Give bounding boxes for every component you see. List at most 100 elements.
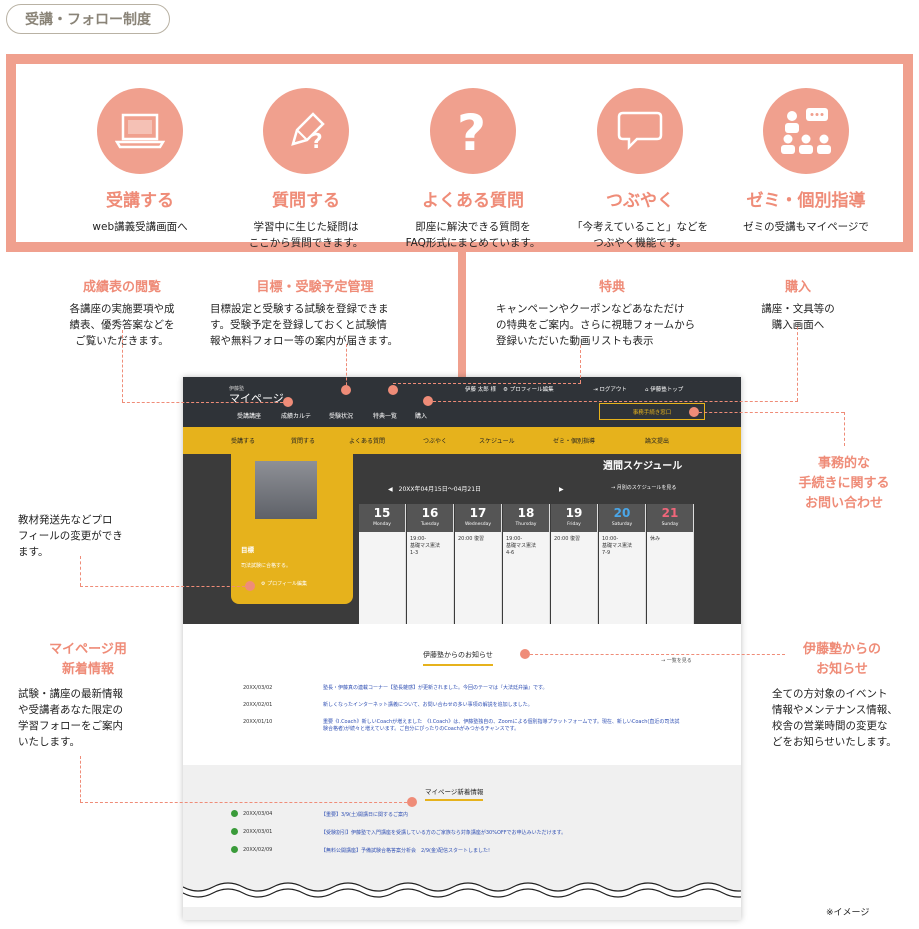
seminar-icon [763, 88, 849, 174]
schedule-range: ◀ 20XX年04月15日～04月21日 ▶ [388, 486, 564, 493]
schedule-day-number: 18 [517, 506, 535, 520]
schedule-day-header: 20 Saturday [599, 504, 645, 532]
schedule-day-number: 15 [373, 506, 391, 520]
schedule-event-line: 19:00- [410, 536, 427, 542]
leader-news [525, 654, 785, 655]
hero: 目標 司法試験に合格する。 ⚙ プロフィール編集 週間スケジュール ◀ 20XX… [183, 454, 741, 624]
feature-desc: 即座に解決できる質問を FAQ形式にまとめています。 [405, 221, 541, 249]
schedule-day-events: 休み [647, 532, 693, 547]
leader-purchase-h [428, 401, 798, 402]
schedule-day-events: 19:00- 基礎マス憲法 1-3 [407, 532, 453, 561]
leader-office-v [844, 412, 845, 446]
schedule-day-name: Wednesday [464, 522, 492, 527]
leader-mypage-news-h [80, 802, 412, 803]
top-link[interactable]: ⌂ 伊藤塾トップ [645, 385, 683, 393]
annotation-perks: 特典 キャンペーンやクーポンなどあなただけ の特典をご案内。さらに視聴フォームから… [496, 280, 696, 347]
feature-attend[interactable]: 受講する web講義受講画面へ [55, 88, 225, 235]
schedule-event-line: 基礎マス憲法 [506, 543, 537, 549]
leader-office [694, 412, 844, 413]
feature-title: つぶやく [606, 191, 674, 211]
nav-schedule[interactable]: スケジュール [479, 436, 515, 445]
marker-perks [388, 385, 398, 395]
marker-office [689, 407, 699, 417]
nav-grades[interactable]: 成績カルテ [281, 411, 311, 420]
annotation-office: 事務的な 手続きに関する お問い合わせ [798, 456, 890, 511]
news-title: 伊藤塾からのお知らせ [423, 650, 493, 666]
schedule-day-name: Monday [373, 522, 391, 527]
schedule-day-header: 16 Tuesday [407, 504, 453, 532]
leader-grades [122, 330, 123, 402]
leader-mypage-news [80, 756, 81, 802]
schedule-event-line: 20:00 復習 [554, 536, 580, 542]
nav-question[interactable]: 質問する [291, 436, 315, 445]
pencil-question-icon: ? [263, 88, 349, 174]
feature-question[interactable]: ? 質問する 学習中に生じた疑問は ここから質問できます。 [221, 88, 391, 251]
schedule-day-number: 17 [469, 506, 487, 520]
feature-desc: web講義受講画面へ [92, 221, 188, 233]
schedule-event-line: 4-6 [506, 550, 515, 556]
profile-goal-label: 目標 [241, 546, 254, 554]
schedule-title: 週間スケジュール [603, 461, 683, 472]
schedule-day[interactable]: 21 Sunday 休み [647, 504, 694, 624]
speech-bubble-icon [597, 88, 683, 174]
schedule-event-line: 基礎マス憲法 [410, 543, 441, 549]
leader-perks [580, 345, 581, 383]
mypage-screen: 伊藤塾 マイページ 伊藤 太郎 様 ⚙ プロフィール編集 ⇥ ログアウト ⌂ 伊… [183, 377, 741, 920]
nav-seminar[interactable]: ゼミ・個別指導 [553, 436, 595, 445]
feature-faq[interactable]: ? よくある質問 即座に解決できる質問を FAQ形式にまとめています。 [388, 88, 558, 251]
schedule-day[interactable]: 15 Monday [359, 504, 406, 624]
marker-grades [283, 397, 293, 407]
schedule-day[interactable]: 16 Tuesday 19:00- 基礎マス憲法 1-3 [407, 504, 454, 624]
schedule-day-number: 16 [421, 506, 439, 520]
schedule-day-header: 19 Friday [551, 504, 597, 532]
schedule-day[interactable]: 20 Saturday 10:00- 基礎マス憲法 7-9 [599, 504, 646, 624]
section-tag: 受講・フォロー制度 [6, 4, 170, 34]
nav-faq[interactable]: よくある質問 [349, 436, 385, 445]
schedule-month-link[interactable]: → 月別のスケジュールを見る [611, 484, 676, 491]
feature-box: 受講する web講義受講画面へ ? 質問する 学習中に生じた疑問は ここから質問で… [6, 54, 913, 252]
nav-purchase[interactable]: 購入 [415, 411, 427, 420]
annotation-itojuku-news: 伊藤塾からの お知らせ 全ての方対象のイベント 情報やメンテナンス情報、 校舎の営業時… [772, 642, 898, 748]
nav-attend[interactable]: 受講する [231, 436, 255, 445]
schedule-day[interactable]: 18 Thursday 19:00- 基礎マス憲法 4-6 [503, 504, 550, 624]
feature-tweet[interactable]: つぶやく 「今考えていること」などを つぶやく機能です。 [555, 88, 725, 251]
nav-exam-status[interactable]: 受験状況 [329, 411, 353, 420]
nav-tweet[interactable]: つぶやく [423, 436, 447, 445]
feature-seminar[interactable]: ゼミ・個別指導 ゼミの受講もマイページで [721, 88, 891, 235]
schedule-day-number: 20 [613, 506, 631, 520]
user-name: 伊藤 太郎 様 [465, 387, 496, 393]
schedule-event-line: 20:00 復習 [458, 536, 484, 542]
schedule-event-line: 10:00- [602, 536, 619, 542]
nav-courses[interactable]: 受講講座 [237, 411, 261, 420]
schedule-day-events: 20:00 復習 [551, 532, 597, 547]
annotation-goals: 目標・受験予定管理 目標設定と受験する試験を登録できま す。受験予定を登録しておく… [210, 280, 398, 347]
feature-desc: 学習中に生じた疑問は ここから質問できます。 [248, 221, 364, 249]
news-more-link[interactable]: → 一覧を見る [661, 657, 692, 664]
nav-perks[interactable]: 特典一覧 [373, 411, 397, 420]
leader-goals [346, 344, 347, 390]
feature-title: よくある質問 [422, 191, 524, 211]
image-note: ※イメージ [826, 908, 870, 918]
annotation-mypage-news: マイページ用 新着情報 試験・講座の最新情報 や受講者あなた限定の 学習フォローをご案… [18, 642, 127, 748]
schedule-day-name: Tuesday [420, 522, 440, 527]
schedule-day[interactable]: 17 Wednesday 20:00 復習 [455, 504, 502, 624]
schedule-event-line: 1-3 [410, 550, 419, 556]
feature-title: 受講する [106, 191, 174, 211]
schedule-day[interactable]: 19 Friday 20:00 復習 [551, 504, 598, 624]
schedule-day-events: 20:00 復習 [455, 532, 501, 547]
schedule-day-name: Thursday [515, 522, 537, 527]
schedule-day-number: 19 [565, 506, 583, 520]
feature-desc: 「今考えていること」などを つぶやく機能です。 [572, 221, 708, 249]
profile-edit-link[interactable]: ⚙ プロフィール編集 [503, 385, 554, 393]
brand-logo[interactable]: マイページ [229, 390, 284, 406]
mypage-news-title: マイページ新着情報 [425, 786, 484, 801]
leader-perks-h [393, 383, 581, 384]
svg-text:?: ? [311, 129, 323, 153]
schedule-day-events: 10:00- 基礎マス憲法 7-9 [599, 532, 645, 561]
profile-edit-button[interactable]: ⚙ プロフィール編集 [261, 580, 307, 587]
nav-essay[interactable]: 論文提出 [645, 436, 669, 445]
question-icon: ? [430, 88, 516, 174]
logout-link[interactable]: ⇥ ログアウト [593, 385, 627, 393]
annotation-profile: 教材発送先などプロ フィールの変更ができ ます。 [18, 514, 123, 558]
feature-nav: 受講する 質問する よくある質問 つぶやく スケジュール ゼミ・個別指導 論文提… [183, 427, 741, 454]
